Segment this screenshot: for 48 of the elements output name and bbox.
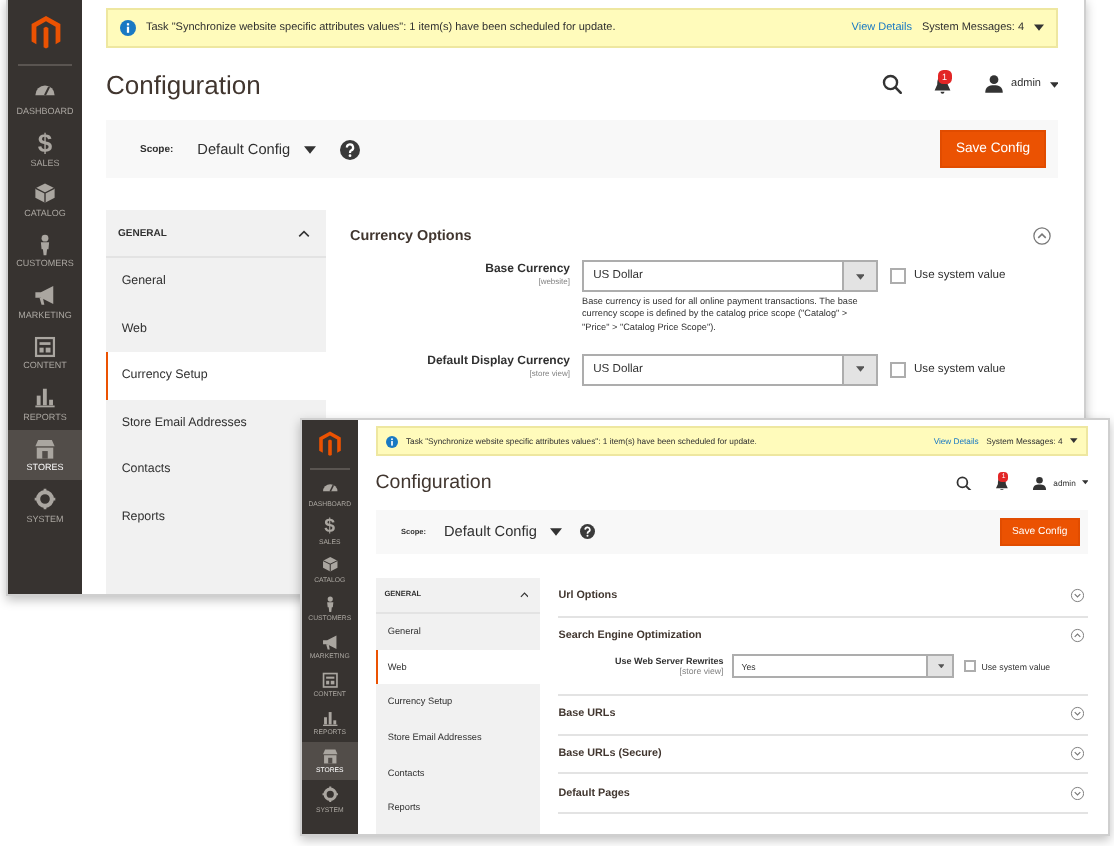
page-title: Configuration [106, 69, 261, 99]
caret-icon [1049, 81, 1058, 87]
caret-icon[interactable] [1034, 24, 1044, 32]
cube-icon [321, 556, 338, 574]
caret-icon [937, 664, 944, 669]
logo-icon [29, 14, 61, 50]
gear-icon [321, 786, 338, 803]
help-icon[interactable] [339, 139, 360, 159]
layout-icon [321, 671, 338, 688]
expand-icon[interactable] [1069, 746, 1084, 762]
chevron-up-icon[interactable] [298, 229, 310, 237]
checkbox[interactable] [890, 361, 906, 378]
collapse-icon[interactable] [1069, 628, 1084, 644]
expand-icon[interactable] [1069, 588, 1084, 604]
checkbox[interactable] [963, 660, 976, 673]
storefront-icon [321, 748, 338, 765]
info-icon [386, 435, 399, 447]
caret-icon [855, 273, 865, 279]
storefront-icon [34, 437, 56, 459]
bar-chart-icon [321, 709, 338, 727]
search-icon[interactable] [955, 475, 972, 491]
gauge-icon [321, 480, 338, 497]
gear-icon [34, 488, 56, 510]
caret-icon [550, 527, 563, 536]
info-icon [120, 20, 136, 36]
person-icon [321, 595, 338, 612]
chevron-up-icon[interactable] [519, 591, 529, 598]
dollar-icon: $ [324, 517, 336, 537]
expand-icon[interactable] [1069, 785, 1084, 801]
layout-icon [34, 335, 56, 357]
collapse-icon[interactable] [1032, 225, 1052, 245]
checkbox[interactable] [890, 268, 906, 284]
help-icon[interactable] [580, 524, 596, 540]
user-icon [1032, 475, 1048, 491]
search-icon[interactable] [881, 73, 903, 95]
user-icon [983, 74, 1004, 94]
caret-icon [303, 145, 316, 153]
cube-icon [34, 182, 56, 204]
bar-chart-icon [34, 386, 56, 408]
page-title: Configuration [375, 472, 492, 494]
caret-icon[interactable] [1070, 438, 1078, 444]
caret-icon [1081, 480, 1089, 486]
megaphone-icon [321, 633, 338, 650]
dollar-icon: $ [37, 129, 53, 155]
expand-icon[interactable] [1069, 706, 1084, 722]
logo-icon [317, 430, 342, 458]
megaphone-icon [34, 284, 56, 306]
caret-icon [855, 366, 865, 373]
